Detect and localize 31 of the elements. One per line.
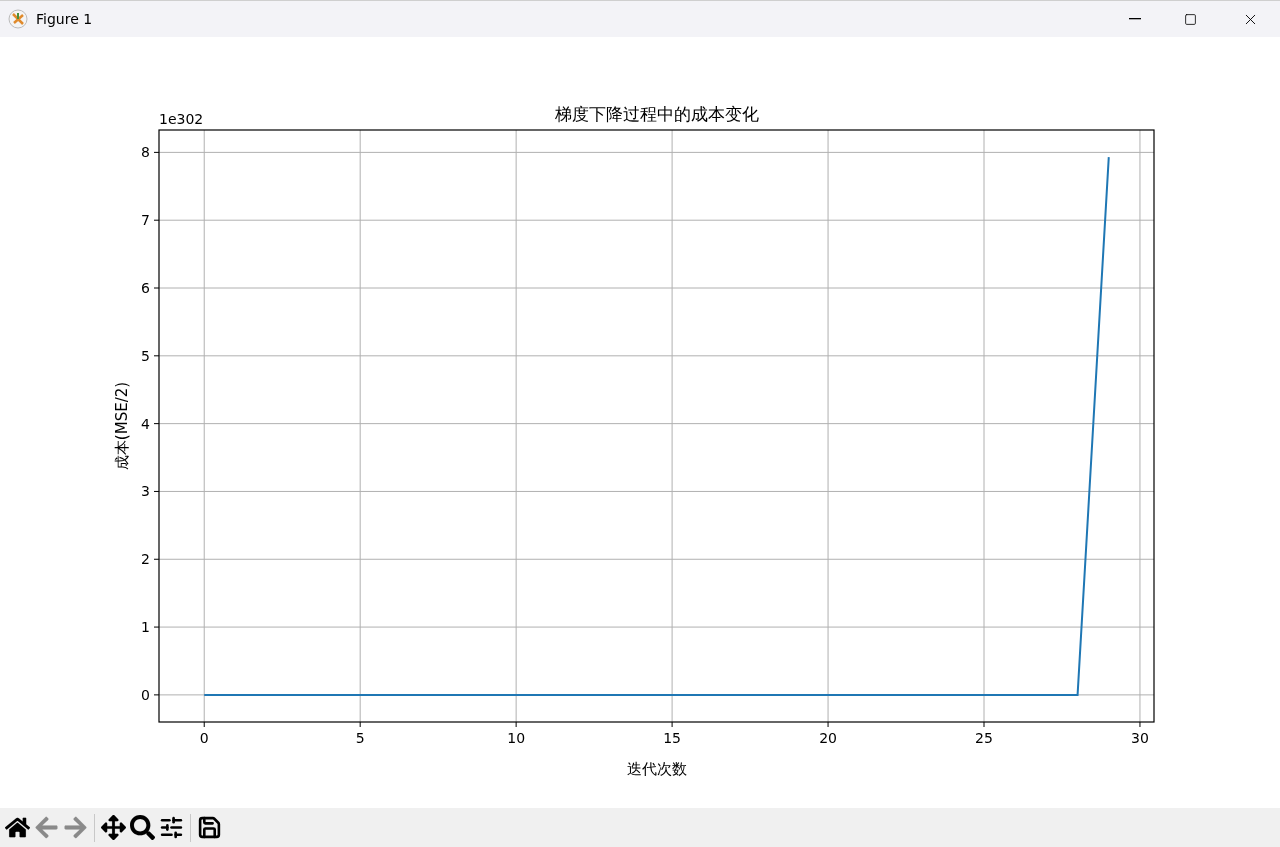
app-icon xyxy=(8,9,28,29)
y-tick-label: 4 xyxy=(141,415,150,432)
x-axis-label: 迭代次数 xyxy=(626,760,687,778)
y-tick-label: 7 xyxy=(141,212,150,229)
search-icon xyxy=(130,815,155,840)
y-tick-label: 2 xyxy=(141,551,150,568)
right-arrow-icon xyxy=(63,815,88,840)
save-icon xyxy=(197,815,222,840)
left-arrow-icon xyxy=(34,815,59,840)
y-tick-label: 0 xyxy=(141,686,150,703)
x-tick-label: 15 xyxy=(663,730,681,746)
chart-title: 梯度下降过程中的成本变化 xyxy=(554,104,759,124)
window-title: Figure 1 xyxy=(36,9,93,29)
y-tick-label: 5 xyxy=(141,347,150,364)
y-tick-label: 3 xyxy=(141,483,150,500)
x-tick-label: 0 xyxy=(199,730,209,746)
y-tick-label: 8 xyxy=(141,144,150,161)
minimize-icon xyxy=(1129,18,1141,20)
y-tick-label: 6 xyxy=(141,280,150,296)
x-tick-label: 30 xyxy=(1131,730,1149,746)
maximize-icon xyxy=(1183,12,1197,26)
offset-label: 1e302 xyxy=(159,111,204,127)
sliders-icon xyxy=(159,815,184,840)
home-icon xyxy=(5,815,30,840)
x-tick-label: 10 xyxy=(507,730,526,746)
y-axis-label: 成本(MSE/2) xyxy=(113,381,131,471)
x-tick-label: 25 xyxy=(975,730,993,746)
x-tick-label: 20 xyxy=(819,730,837,746)
y-tick-label: 1 xyxy=(141,619,150,636)
x-tick-label: 5 xyxy=(355,730,365,746)
move-icon xyxy=(101,815,126,840)
